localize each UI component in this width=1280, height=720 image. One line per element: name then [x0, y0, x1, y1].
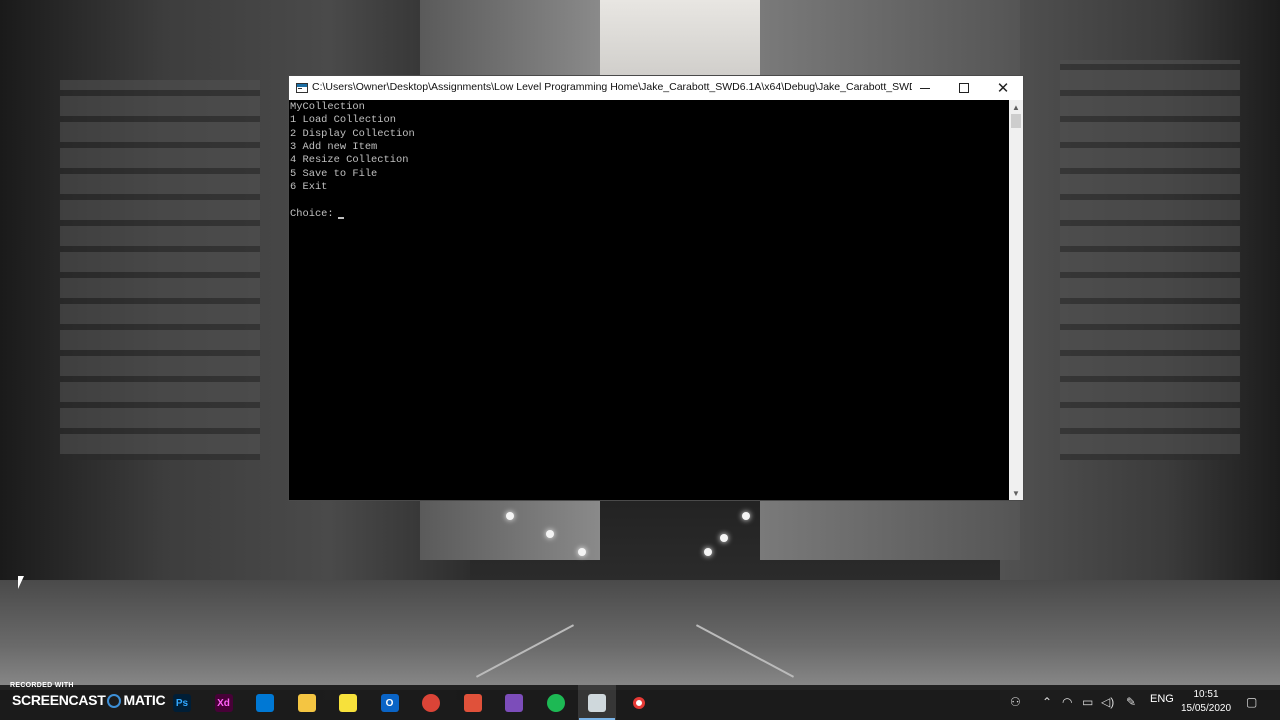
chevron-up-icon: ▲ [1012, 102, 1020, 112]
people-icon[interactable]: ⚇ [1010, 695, 1021, 709]
chevron-up-icon[interactable]: ⌃ [1042, 695, 1052, 709]
taskbar-app-photoshop[interactable]: Ps [163, 685, 201, 720]
chrome-icon [422, 694, 440, 712]
taskbar-app-file-explorer[interactable] [288, 685, 326, 720]
language-indicator[interactable]: ENG [1150, 693, 1174, 705]
wallpaper-lamp [506, 512, 514, 520]
volume-icon[interactable]: ◁) [1101, 695, 1114, 709]
notifications-icon[interactable]: ▢ [1246, 695, 1257, 709]
vertical-scrollbar[interactable]: ▲ ▼ [1009, 100, 1023, 500]
scrollbar-thumb[interactable] [1011, 114, 1021, 128]
wifi-icon[interactable]: ◠ [1062, 695, 1072, 709]
close-button[interactable]: ✕ [983, 76, 1023, 100]
taskbar-app-adobe-xd[interactable]: Xd [205, 685, 243, 720]
minimize-button[interactable] [905, 76, 945, 100]
wallpaper-lamp [578, 548, 586, 556]
choice-prompt[interactable]: Choice: [290, 208, 340, 221]
screencast-logo-icon [107, 694, 122, 709]
taskbar-app-outlook[interactable]: O [371, 685, 409, 720]
wallpaper-windows-left [60, 80, 260, 460]
taskbar-app-record-app[interactable] [620, 685, 658, 720]
minimize-icon [920, 87, 930, 89]
text-cursor [338, 217, 344, 219]
menu-option-add: 3 Add new Item [290, 141, 378, 153]
scroll-up-button[interactable]: ▲ [1009, 100, 1023, 114]
watermark-brand-right: MATIC [123, 692, 166, 708]
console-app-icon [588, 694, 606, 712]
scroll-down-button[interactable]: ▼ [1009, 486, 1023, 500]
chevron-down-icon: ▼ [1012, 488, 1020, 498]
wallpaper-lamp [742, 512, 750, 520]
git-app-icon [463, 694, 482, 712]
pen-icon[interactable]: ✎ [1126, 695, 1136, 709]
console-app-icon[interactable] [296, 83, 308, 93]
console-output[interactable]: MyCollection 1 Load Collection 2 Display… [289, 100, 1009, 500]
menu-option-resize: 4 Resize Collection [290, 154, 409, 166]
menu-option-save: 5 Save to File [290, 168, 378, 180]
file-explorer-icon [297, 694, 316, 712]
wallpaper-windows-right [1060, 60, 1240, 460]
taskbar-app-chrome[interactable] [412, 685, 450, 720]
console-line: MyCollection [290, 101, 365, 113]
outlook-icon: O [380, 694, 399, 712]
taskbar-app-sticky-notes[interactable] [329, 685, 367, 720]
visual-studio-icon [505, 694, 523, 712]
console-window[interactable]: C:\Users\Owner\Desktop\Assignments\Low L… [288, 75, 1024, 501]
watermark-brand-left: SCREENCAST [12, 692, 106, 708]
maximize-icon [959, 83, 969, 93]
wallpaper-lamp [720, 534, 728, 542]
wallpaper-lamp [546, 530, 554, 538]
record-app-icon [632, 697, 645, 709]
watermark-recorded-with: RECORDED WITH [10, 682, 74, 689]
clock-date: 15/05/2020 [1180, 703, 1232, 714]
mouse-pointer-icon [18, 576, 24, 589]
menu-option-exit: 6 Exit [290, 181, 328, 193]
battery-icon[interactable]: ▭ [1082, 695, 1093, 709]
adobe-xd-icon: Xd [214, 694, 233, 712]
taskbar-app-console-app[interactable] [578, 685, 616, 720]
menu-option-display: 2 Display Collection [290, 128, 415, 140]
menu-option-load: 1 Load Collection [290, 114, 397, 126]
watermark-logo: SCREENCAST MATIC [12, 692, 166, 709]
taskbar-app-microsoft-store[interactable] [246, 685, 284, 720]
wallpaper-lamp [704, 548, 712, 556]
maximize-button[interactable] [944, 76, 984, 100]
clock-time: 10:51 [1193, 689, 1219, 700]
spotify-icon [546, 694, 565, 712]
taskbar-app-visual-studio[interactable] [495, 685, 533, 720]
photoshop-icon: Ps [173, 694, 191, 712]
window-title: C:\Users\Owner\Desktop\Assignments\Low L… [312, 81, 912, 93]
taskbar-clock[interactable]: 10:51 15/05/2020 [1178, 688, 1234, 716]
microsoft-store-icon [256, 694, 274, 712]
taskbar-app-git-app[interactable] [454, 685, 492, 720]
taskbar-app-spotify[interactable] [537, 685, 575, 720]
close-icon: ✕ [996, 79, 1010, 97]
wallpaper-street [0, 580, 1280, 690]
sticky-notes-icon [339, 694, 357, 712]
console-titlebar[interactable]: C:\Users\Owner\Desktop\Assignments\Low L… [289, 76, 1023, 100]
